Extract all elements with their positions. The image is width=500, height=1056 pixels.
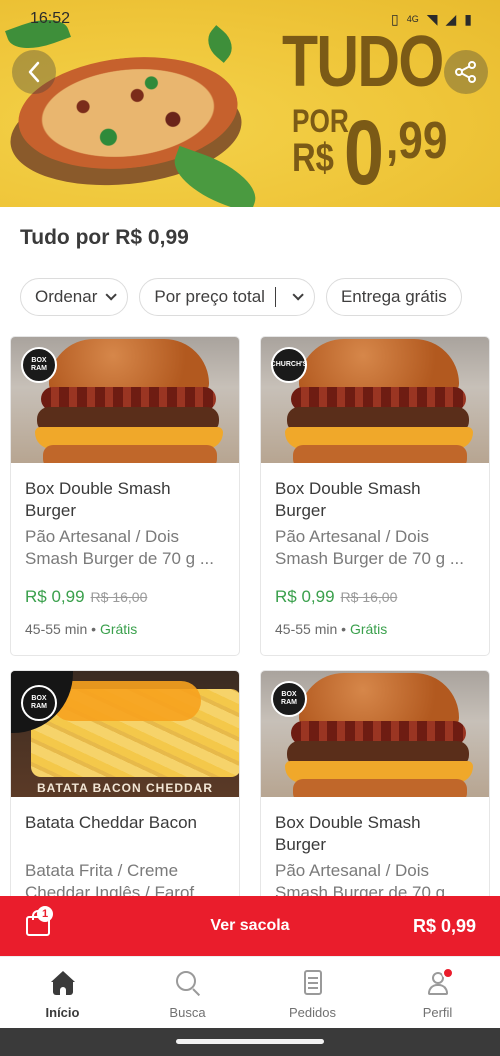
home-gesture-handle[interactable] xyxy=(176,1039,324,1044)
product-name: Box Double Smash Burger xyxy=(275,813,421,854)
store-logo: BOX RAM xyxy=(271,681,307,717)
product-description: Pão Artesanal / Dois Smash Burger de 70 … xyxy=(275,527,464,568)
nav-item-orders[interactable]: Pedidos xyxy=(250,957,375,1028)
product-old-price: R$ 16,00 xyxy=(340,589,398,605)
profile-icon xyxy=(424,967,454,997)
store-logo-text: BOX RAM xyxy=(31,695,47,710)
home-icon xyxy=(49,969,77,997)
view-bag-button[interactable]: 1 Ver sacola R$ 0,99 xyxy=(0,896,500,956)
nav-item-profile[interactable]: Perfil xyxy=(375,957,500,1028)
bottom-navigation: Início Busca Pedidos Perfil xyxy=(0,956,500,1028)
filter-sort[interactable]: Ordenar xyxy=(20,278,129,316)
filter-bar: Ordenar Por preço total Entrega grátis xyxy=(20,278,462,316)
delivery-fee: Grátis xyxy=(99,621,138,637)
filter-total-price[interactable]: Por preço total xyxy=(139,278,315,316)
store-logo-text: BOX RAM xyxy=(281,691,297,706)
store-logo-text: BOX RAM xyxy=(31,357,47,372)
nav-label: Perfil xyxy=(422,1005,453,1020)
nav-label: Início xyxy=(45,1005,80,1020)
system-navigation-bar xyxy=(0,1028,500,1056)
nav-item-search[interactable]: Busca xyxy=(125,957,250,1028)
app-screen: 16:52 ▯ 4G ◥ ◢ ▮ TUDO POR R$ 0 ,99 Tudo … xyxy=(0,0,500,1056)
status-time: 16:52 xyxy=(30,10,71,27)
delivery-info: 45-55 min • Grátis xyxy=(25,621,138,637)
product-price: R$ 0,99 xyxy=(275,587,335,606)
back-button[interactable] xyxy=(12,50,56,94)
store-logo: CHURCH'S xyxy=(271,347,307,383)
product-price: R$ 0,99 xyxy=(25,587,85,606)
promo-banner: 16:52 ▯ 4G ◥ ◢ ▮ TUDO POR R$ 0 ,99 xyxy=(0,0,500,207)
product-name: Box Double Smash Burger xyxy=(25,479,171,520)
page-title: Tudo por R$ 0,99 xyxy=(20,226,189,249)
orders-icon xyxy=(299,969,327,997)
promo-price-cents: ,99 xyxy=(386,112,448,170)
delivery-info: 45-55 min • Grátis xyxy=(275,621,388,637)
product-description: Pão Artesanal / Dois Smash Burger de 70 … xyxy=(25,527,214,568)
filter-free-delivery[interactable]: Entrega grátis xyxy=(325,278,462,316)
store-logo: BOX RAM xyxy=(21,347,57,383)
search-icon xyxy=(174,969,202,997)
product-image: BOX RAM xyxy=(11,337,239,463)
product-card[interactable]: BATATA BACON CHEDDAR BOX RAM Batata Ched… xyxy=(10,670,240,910)
product-name: Batata Cheddar Bacon xyxy=(25,813,198,832)
nav-item-home[interactable]: Início xyxy=(0,957,125,1028)
signal-icon: ◢ xyxy=(445,11,457,27)
store-logo-text: CHURCH'S xyxy=(270,361,308,368)
promo-currency: R$ xyxy=(292,136,334,180)
product-image: BATATA BACON CHEDDAR BOX RAM xyxy=(11,671,239,797)
share-button[interactable] xyxy=(444,50,488,94)
delivery-fee: Grátis xyxy=(349,621,388,637)
chevron-down-icon xyxy=(105,289,118,301)
delivery-eta: 45-55 min xyxy=(25,621,88,637)
nav-label: Busca xyxy=(169,1005,206,1020)
product-image-caption: BATATA BACON CHEDDAR xyxy=(37,781,213,795)
product-old-price: R$ 16,00 xyxy=(90,589,148,605)
promo-por: POR xyxy=(292,103,349,139)
filter-total-price-label: Por preço total xyxy=(154,287,265,306)
share-icon xyxy=(455,61,476,83)
battery-icon: ▮ xyxy=(464,11,472,27)
product-image: BOX RAM xyxy=(261,671,489,797)
notification-dot xyxy=(441,967,454,979)
chevron-down-icon xyxy=(292,289,304,301)
nav-label: Pedidos xyxy=(289,1005,336,1020)
promo-price-integer: 0 xyxy=(344,102,384,204)
product-card[interactable]: BOX RAM Box Double Smash Burger Pão Arte… xyxy=(10,336,240,656)
product-name: Box Double Smash Burger xyxy=(275,479,421,520)
promo-headline: TUDO xyxy=(282,22,444,102)
divider xyxy=(274,287,276,307)
filter-sort-label: Ordenar xyxy=(35,287,98,306)
delivery-eta: 45-55 min xyxy=(275,621,338,637)
promo-text: TUDO POR R$ 0 ,99 xyxy=(282,22,452,199)
product-image: CHURCH'S xyxy=(261,337,489,463)
filter-free-delivery-label: Entrega grátis xyxy=(340,287,447,306)
bag-total: R$ 0,99 xyxy=(412,915,476,936)
chevron-left-icon xyxy=(28,61,40,83)
product-card[interactable]: BOX RAM Box Double Smash Burger Pão Arte… xyxy=(260,670,490,910)
product-card[interactable]: CHURCH'S Box Double Smash Burger Pão Art… xyxy=(260,336,490,656)
